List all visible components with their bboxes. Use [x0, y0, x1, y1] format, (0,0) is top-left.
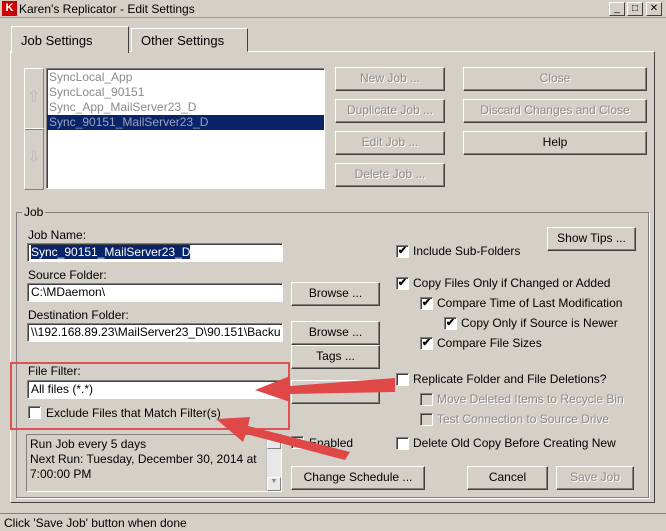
arrow-to-exclude-icon [216, 417, 350, 460]
arrow-to-filter-icon [255, 376, 395, 402]
status-bar: Click 'Save Job' button when done [0, 513, 666, 531]
annotation-arrows [216, 376, 395, 460]
